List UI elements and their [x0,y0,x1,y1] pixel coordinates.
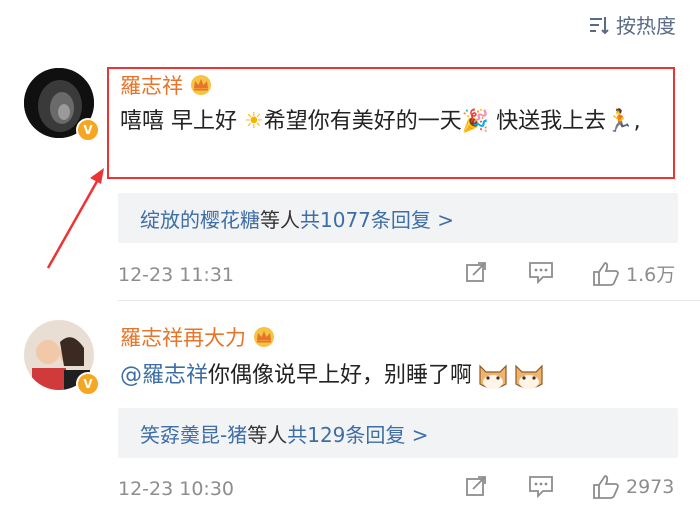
verified-badge-icon: V [76,118,100,142]
mention-link[interactable]: @羅志祥 [120,358,208,394]
reply-summary[interactable]: 笑孬羮昆-猪 等人 共129条回复 > [118,408,678,458]
verified-badge-icon: V [76,372,100,396]
share-icon [466,476,486,496]
reply-summary[interactable]: 绽放的樱花糖 等人 共1077条回复 > [118,193,678,243]
thumbs-up-icon [593,261,619,286]
comment-meta: 12-23 10:30 2973 [118,474,678,506]
like-count: 1.6万 [626,264,676,286]
comment-author[interactable]: 羅志祥再大力 [120,322,276,352]
comment-icon [529,262,553,284]
divider [118,300,700,301]
comment-meta: 12-23 11:31 1.6万 [118,260,678,292]
thumbs-up-icon [593,475,619,499]
comment-time: 12-23 10:30 [118,478,235,500]
reply-button[interactable] [528,260,554,284]
sort-icon [590,16,609,34]
highlight-box [107,67,675,179]
share-button[interactable] [464,474,488,498]
like-button[interactable]: 2973 [592,474,674,500]
comment-time: 12-23 11:31 [118,264,235,286]
comment-text: @羅志祥 你偶像说早上好，别睡了啊 [120,358,546,394]
share-button[interactable] [464,260,488,284]
sort-label: 按热度 [616,14,676,38]
like-count: 2973 [626,476,675,498]
share-icon [466,262,486,282]
cat-emoji-icon [515,364,543,389]
reply-button[interactable] [528,474,554,498]
crown-icon [254,327,274,347]
cat-emoji-icon [479,364,507,389]
comment-icon [529,476,553,498]
like-button[interactable]: 1.6万 [592,260,675,287]
sort-by-hot-button[interactable]: 按热度 [588,10,676,39]
